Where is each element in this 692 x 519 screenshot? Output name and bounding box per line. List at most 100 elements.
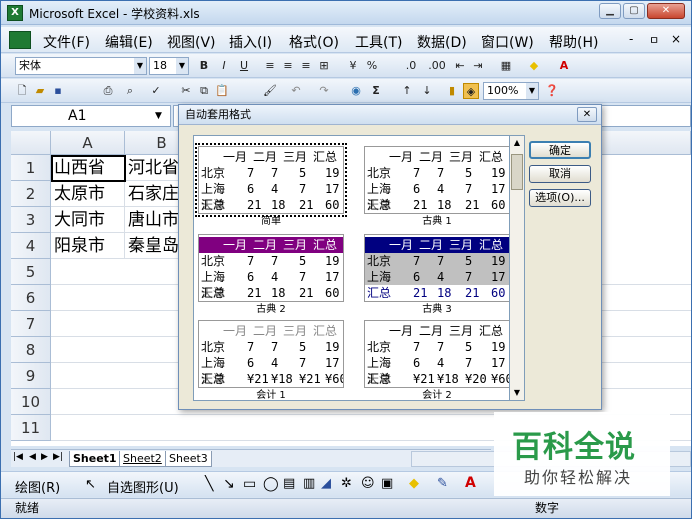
- chevron-down-icon[interactable]: ▼: [176, 58, 188, 74]
- bold-button[interactable]: B: [197, 58, 211, 74]
- zoom-select[interactable]: 100% ▼: [483, 82, 539, 100]
- excel-app-icon[interactable]: X: [7, 5, 23, 21]
- fill-color-icon[interactable]: ◆: [527, 58, 541, 74]
- last-sheet-icon[interactable]: ▶|: [53, 452, 63, 462]
- column-header[interactable]: A: [51, 131, 125, 155]
- menu-help[interactable]: 帮助(H): [549, 32, 598, 52]
- row-header[interactable]: 2: [11, 181, 51, 207]
- font-size-select[interactable]: 18 ▼: [149, 57, 189, 75]
- row-header[interactable]: 7: [11, 311, 51, 337]
- fill-color-icon[interactable]: ◆: [409, 476, 419, 491]
- select-all-corner[interactable]: [11, 131, 51, 155]
- cell-a2[interactable]: 太原市: [51, 181, 125, 207]
- italic-button[interactable]: I: [217, 58, 231, 74]
- format-preview[interactable]: 一月 二月 三月 汇总 北京 7 7 5 19 上海 6 4 7 17 汇总 21 18 21 60: [364, 234, 510, 302]
- menu-window[interactable]: 窗口(W): [481, 32, 534, 52]
- menu-tools[interactable]: 工具(T): [355, 32, 402, 52]
- rectangle-icon[interactable]: ▭: [243, 476, 256, 492]
- format-preview[interactable]: 一月 二月 三月 汇总 北京 7 7 5 19 上海 6 4 7 17 汇总 21 18 21 60 天津: [364, 146, 510, 214]
- increase-decimal-icon[interactable]: .0: [401, 58, 421, 74]
- align-left-icon[interactable]: ≡: [263, 58, 277, 74]
- row-header[interactable]: 5: [11, 259, 51, 285]
- menu-view[interactable]: 视图(V): [167, 32, 216, 52]
- minimize-button[interactable]: ▁: [599, 3, 621, 19]
- paste-icon[interactable]: 📋: [215, 83, 229, 99]
- row-header[interactable]: 1: [11, 155, 51, 181]
- autoshapes-menu[interactable]: 自选图形(U): [107, 477, 179, 496]
- doc-close-button[interactable]: ×: [671, 32, 681, 46]
- doc-minimize-button[interactable]: -: [629, 32, 633, 46]
- currency-icon[interactable]: ¥: [345, 58, 361, 74]
- picture-icon[interactable]: ▣: [381, 476, 393, 491]
- drawing-toggle-icon[interactable]: ◈: [463, 83, 479, 99]
- spelling-icon[interactable]: ✓: [149, 83, 163, 99]
- arrow-icon[interactable]: ↘: [223, 476, 235, 492]
- ok-button[interactable]: 确定: [529, 141, 591, 159]
- format-preview[interactable]: 一月 二月 三月 汇总 北京 7 7 5 19 上海 6 4 7 17 汇总 21 18 21 60 天津: [198, 234, 344, 302]
- scroll-up-icon[interactable]: ▲: [510, 136, 524, 150]
- save-icon[interactable]: ▪: [51, 83, 65, 99]
- scroll-down-icon[interactable]: ▼: [510, 386, 524, 400]
- borders-icon[interactable]: ▦: [499, 58, 513, 74]
- format-painter-icon[interactable]: 🖌: [263, 83, 277, 99]
- cell-a4[interactable]: 阳泉市: [51, 233, 125, 259]
- draw-menu[interactable]: 绘图(R): [15, 477, 60, 496]
- select-objects-icon[interactable]: ↖: [85, 477, 96, 492]
- copy-icon[interactable]: ⧉: [197, 83, 211, 99]
- row-header[interactable]: 8: [11, 337, 51, 363]
- decrease-decimal-icon[interactable]: .00: [427, 58, 447, 74]
- chevron-down-icon[interactable]: ▼: [155, 111, 162, 121]
- redo-icon[interactable]: ↷: [317, 83, 331, 99]
- row-header[interactable]: 6: [11, 285, 51, 311]
- underline-button[interactable]: U: [237, 58, 251, 74]
- font-name-select[interactable]: 宋体 ▼: [15, 57, 147, 75]
- format-preview[interactable]: 一月 二月 三月 汇总 北京 7 7 5 19 上海 6 4 7 17 汇总 21 18 21 60 天津: [195, 143, 347, 217]
- open-folder-icon[interactable]: ▰: [33, 83, 47, 99]
- font-color-icon[interactable]: A: [557, 58, 571, 74]
- font-color-icon[interactable]: A: [465, 475, 476, 491]
- row-header[interactable]: 10: [11, 389, 51, 415]
- format-list[interactable]: 一月 二月 三月 汇总 北京 7 7 5 19 上海 6 4 7 17 汇总 21 18 21 60 天津 简单 一月 二月…: [193, 135, 523, 401]
- prev-sheet-icon[interactable]: ◀: [29, 452, 36, 462]
- menu-data[interactable]: 数据(D): [417, 32, 467, 52]
- format-preview[interactable]: 一月二月三月汇总北京77519上海64717汇总¥21¥18¥21¥60天津: [198, 320, 344, 388]
- first-sheet-icon[interactable]: |◀: [13, 452, 23, 462]
- clipart-icon[interactable]: ☺: [361, 476, 375, 491]
- vertical-textbox-icon[interactable]: ▥: [303, 476, 315, 491]
- new-file-icon[interactable]: 🗋: [15, 83, 29, 99]
- print-preview-icon[interactable]: ⌕: [123, 83, 137, 99]
- name-box[interactable]: A1: [11, 105, 171, 127]
- align-right-icon[interactable]: ≡: [299, 58, 313, 74]
- row-header[interactable]: 4: [11, 233, 51, 259]
- diagram-icon[interactable]: ✲: [341, 476, 352, 491]
- options-button[interactable]: 选项(O)...: [529, 189, 591, 207]
- cancel-button[interactable]: 取消: [529, 165, 591, 183]
- tab-sheet1[interactable]: Sheet1: [69, 451, 121, 467]
- help-icon[interactable]: ❓: [545, 83, 559, 99]
- chevron-down-icon[interactable]: ▼: [526, 83, 538, 99]
- menu-insert[interactable]: 插入(I): [229, 32, 272, 52]
- sort-ascending-icon[interactable]: ↑: [399, 83, 415, 99]
- sort-descending-icon[interactable]: ↓: [419, 83, 435, 99]
- workbook-icon[interactable]: [9, 31, 31, 49]
- tab-sheet2[interactable]: Sheet2: [119, 451, 166, 467]
- hyperlink-icon[interactable]: ◉: [349, 83, 363, 99]
- cell-a3[interactable]: 大同市: [51, 207, 125, 233]
- format-preview[interactable]: 一月二月三月汇总北京77519上海64717汇总¥21¥18¥20¥60天津: [364, 320, 510, 388]
- textbox-icon[interactable]: ▤: [283, 476, 295, 491]
- chevron-down-icon[interactable]: ▼: [134, 58, 146, 74]
- dialog-close-button[interactable]: ✕: [577, 107, 597, 122]
- close-button[interactable]: ✕: [647, 3, 685, 19]
- cut-icon[interactable]: ✂: [179, 83, 193, 99]
- wordart-icon[interactable]: ◢: [321, 476, 331, 491]
- row-header[interactable]: 9: [11, 363, 51, 389]
- row-header[interactable]: 11: [11, 415, 51, 441]
- line-icon[interactable]: ╲: [205, 476, 213, 492]
- doc-restore-button[interactable]: ㅁ: [649, 32, 659, 48]
- autosum-icon[interactable]: Σ: [369, 83, 383, 99]
- format-list-scrollbar[interactable]: ▲ ▼: [509, 135, 525, 401]
- tab-sheet3[interactable]: Sheet3: [165, 451, 212, 467]
- align-center-icon[interactable]: ≡: [281, 58, 295, 74]
- chart-wizard-icon[interactable]: ▮: [445, 83, 459, 99]
- line-color-icon[interactable]: ✎: [437, 476, 448, 491]
